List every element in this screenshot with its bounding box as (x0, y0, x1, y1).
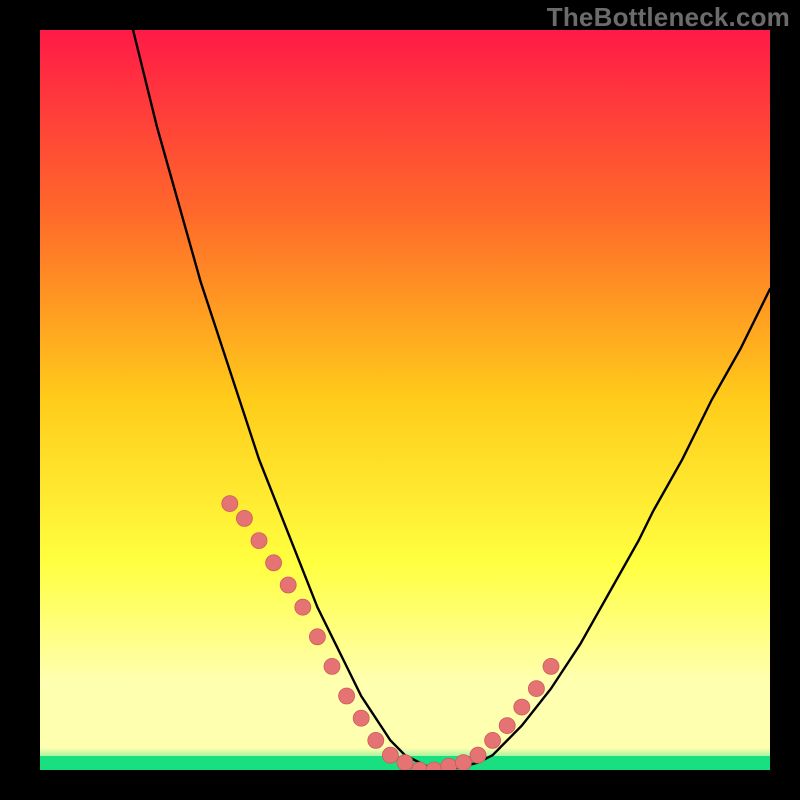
data-marker (280, 577, 296, 593)
watermark-text: TheBottleneck.com (547, 2, 790, 33)
data-marker (485, 732, 501, 748)
data-marker (324, 658, 340, 674)
data-marker (382, 747, 398, 763)
data-marker (251, 533, 267, 549)
data-marker (499, 718, 515, 734)
data-marker (339, 688, 355, 704)
data-marker (514, 699, 530, 715)
data-marker (397, 755, 413, 770)
data-marker (528, 681, 544, 697)
data-marker (266, 555, 282, 571)
data-marker (222, 496, 238, 512)
data-marker (309, 629, 325, 645)
data-marker (441, 758, 457, 770)
chart-plot-area (40, 30, 770, 770)
gradient-background (40, 30, 770, 770)
data-marker (236, 510, 252, 526)
data-marker (368, 732, 384, 748)
chart-svg (40, 30, 770, 770)
data-marker (543, 658, 559, 674)
data-marker (455, 755, 471, 770)
data-marker (470, 747, 486, 763)
data-marker (353, 710, 369, 726)
data-marker (295, 599, 311, 615)
